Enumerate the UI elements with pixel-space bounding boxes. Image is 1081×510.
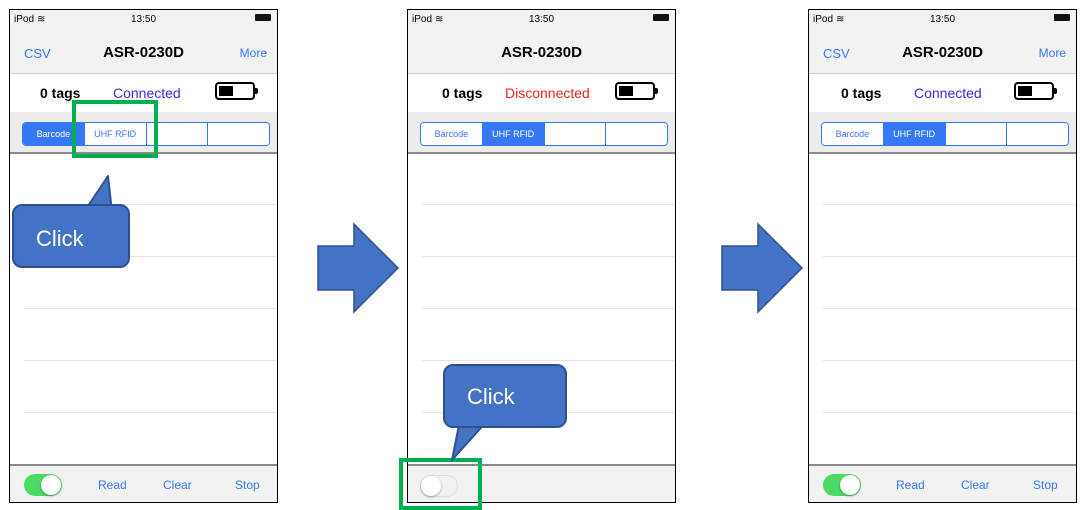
tag-count: 0 tags [40, 85, 81, 101]
status-bar: iPod ≋ 13:50 [809, 10, 1076, 32]
click-callout-1: Click [12, 204, 130, 268]
device-battery-icon [615, 82, 658, 100]
tag-list [10, 154, 277, 464]
segment-barcode[interactable]: Barcode [822, 123, 884, 145]
battery-icon [1054, 14, 1070, 21]
stop-button[interactable]: Stop [1033, 478, 1058, 492]
list-separator [24, 308, 277, 309]
list-separator [823, 360, 1076, 361]
list-separator [422, 204, 675, 205]
stop-button[interactable]: Stop [235, 478, 260, 492]
read-toggle[interactable] [823, 474, 861, 496]
status-bar: iPod ≋ 13:50 [408, 10, 675, 32]
info-bar: 0 tags Connected [809, 74, 1076, 112]
list-separator [823, 256, 1076, 257]
more-button[interactable]: More [1039, 46, 1066, 60]
battery-icon [255, 14, 271, 21]
tutorial-canvas: iPod ≋ 13:50 CSV ASR-0230D More 0 tags Co… [0, 0, 1081, 510]
segment-3[interactable] [544, 123, 607, 145]
segment-uhf-rfid[interactable]: UHF RFID [482, 123, 545, 145]
bottom-toolbar: Read Clear Stop [809, 464, 1076, 502]
status-bar: iPod ≋ 13:50 [10, 10, 277, 32]
tag-count: 0 tags [841, 85, 882, 101]
device-battery-icon [1014, 82, 1057, 100]
list-separator [24, 360, 277, 361]
navigation-bar: CSV ASR-0230D More [10, 32, 277, 74]
segment-3[interactable] [945, 123, 1008, 145]
list-separator [823, 308, 1076, 309]
phone-screen-step-2: iPod ≋ 13:50 ASR-0230D 0 tags Disconnecte… [407, 9, 676, 503]
list-separator [823, 204, 1076, 205]
tag-count: 0 tags [442, 85, 483, 101]
tag-list [809, 154, 1076, 464]
segment-uhf-rfid[interactable]: UHF RFID [883, 123, 946, 145]
list-separator [422, 360, 675, 361]
segment-area: Barcode UHF RFID [809, 112, 1076, 154]
connection-status: Connected [914, 85, 982, 101]
device-title: ASR-0230D [501, 44, 582, 61]
connection-status: Connected [113, 85, 181, 101]
list-separator [823, 412, 1076, 413]
phone-screen-step-3: iPod ≋ 13:50 CSV ASR-0230D More 0 tags Co… [808, 9, 1077, 503]
highlight-uhf-rfid [72, 100, 158, 158]
read-button[interactable]: Read [896, 478, 925, 492]
more-button[interactable]: More [240, 46, 267, 60]
segment-barcode[interactable]: Barcode [421, 123, 483, 145]
navigation-bar: CSV ASR-0230D More [809, 32, 1076, 74]
read-button[interactable]: Read [98, 478, 127, 492]
arrow-right-icon [721, 222, 804, 314]
list-separator [24, 412, 277, 413]
segment-area: Barcode UHF RFID [408, 112, 675, 154]
list-separator [422, 256, 675, 257]
connection-status: Disconnected [505, 85, 590, 101]
list-separator [422, 308, 675, 309]
device-title: ASR-0230D [902, 44, 983, 61]
battery-icon [653, 14, 669, 21]
mode-segmented-control: Barcode UHF RFID [821, 122, 1069, 146]
info-bar: 0 tags Disconnected [408, 74, 675, 112]
status-time: 13:50 [929, 14, 956, 25]
clear-button[interactable]: Clear [961, 478, 990, 492]
device-title: ASR-0230D [103, 44, 184, 61]
bottom-toolbar: Read Clear Stop [10, 464, 277, 502]
click-callout-2: Click [443, 364, 567, 428]
read-toggle[interactable] [24, 474, 62, 496]
segment-4[interactable] [1007, 123, 1068, 145]
status-time: 13:50 [528, 14, 555, 25]
device-battery-icon [215, 82, 258, 100]
arrow-right-icon [317, 222, 400, 314]
navigation-bar: ASR-0230D [408, 32, 675, 74]
mode-segmented-control: Barcode UHF RFID [420, 122, 668, 146]
segment-4[interactable] [208, 123, 269, 145]
status-time: 13:50 [130, 14, 157, 25]
highlight-toggle [399, 458, 482, 510]
segment-4[interactable] [606, 123, 667, 145]
clear-button[interactable]: Clear [163, 478, 192, 492]
